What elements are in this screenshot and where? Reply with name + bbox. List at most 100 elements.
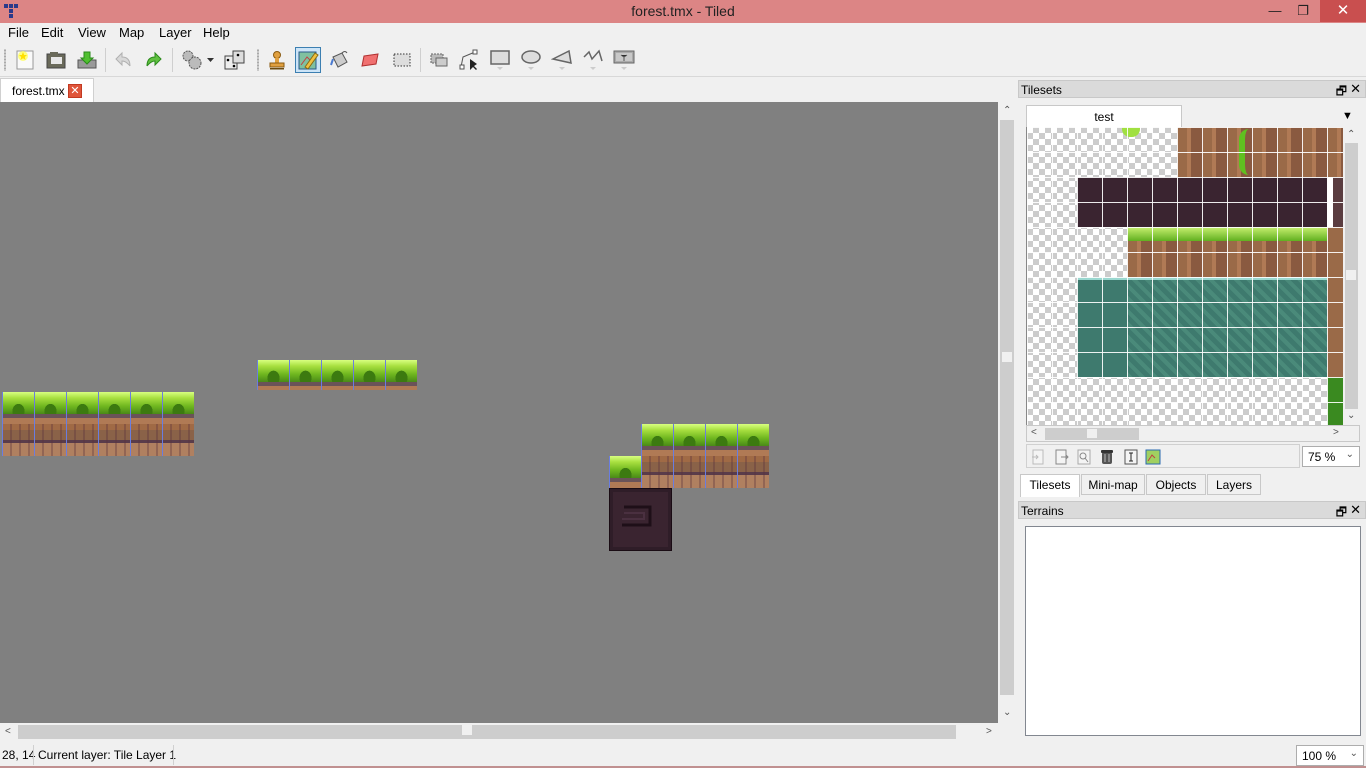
edit-polygons-button[interactable] [456, 47, 482, 73]
edit-tileset-image-button[interactable] [1145, 449, 1161, 465]
tileset-menu-icon[interactable]: ▼ [1342, 110, 1353, 122]
menu-file[interactable]: File [8, 25, 29, 40]
scroll-left-icon[interactable]: < [5, 726, 11, 737]
select-objects-icon [430, 53, 448, 67]
toolbar-separator [172, 48, 173, 72]
ellipse-icon [521, 50, 541, 70]
dirt-tile [641, 456, 673, 488]
select-objects-button[interactable] [426, 47, 452, 73]
menu-edit[interactable]: Edit [41, 25, 63, 40]
float-panel-icon[interactable]: 🗗 [1336, 82, 1347, 103]
tileset-view[interactable] [1026, 127, 1343, 425]
random-mode-button[interactable] [221, 47, 247, 73]
scroll-down-icon[interactable]: ⌄ [1347, 410, 1355, 421]
menu-layer[interactable]: Layer [159, 25, 192, 40]
close-panel-icon[interactable]: ✕ [1350, 81, 1361, 97]
scroll-up-icon[interactable]: ⌃ [1347, 129, 1355, 140]
menu-view[interactable]: View [78, 25, 106, 40]
tileset-horizontal-scrollbar[interactable]: < > [1026, 425, 1360, 442]
close-panel-icon[interactable]: ✕ [1350, 502, 1361, 518]
delete-tileset-button[interactable] [1099, 449, 1115, 465]
maximize-button[interactable]: ❐ [1288, 0, 1318, 22]
dock-tab-layers[interactable]: Layers [1207, 474, 1261, 495]
export-tileset-button[interactable] [1054, 449, 1070, 465]
stamp-brush-button[interactable] [264, 47, 290, 73]
document-tab-bar: forest.tmx ✕ [0, 78, 1016, 102]
import-tileset-button[interactable] [1030, 449, 1046, 465]
bucket-fill-button[interactable] [326, 47, 352, 73]
commands-button[interactable] [179, 47, 217, 73]
scroll-right-icon[interactable]: > [1333, 427, 1339, 438]
terrains-list[interactable] [1025, 526, 1361, 736]
redo-button[interactable] [140, 47, 166, 73]
terrains-panel-title: Terrains [1021, 504, 1064, 518]
save-button[interactable] [74, 47, 100, 73]
document-tab-label: forest.tmx [12, 84, 65, 98]
tileset-water-pattern [1127, 277, 1327, 377]
polygon-icon [551, 49, 572, 70]
menu-help[interactable]: Help [203, 25, 230, 40]
dirt-tile [737, 456, 769, 488]
edit-terrain-button[interactable] [1123, 449, 1139, 465]
open-button[interactable] [43, 47, 69, 73]
rectangular-select-button[interactable] [389, 47, 415, 73]
scroll-right-icon[interactable]: > [986, 726, 992, 737]
dock-tab-minimap[interactable]: Mini-map [1081, 474, 1145, 495]
scroll-down-icon[interactable]: ⌄ [1003, 707, 1011, 718]
new-map-button[interactable] [12, 47, 38, 73]
scroll-thumb[interactable] [1087, 429, 1097, 438]
tileset-properties-icon [1077, 449, 1091, 465]
edit-tileset-image-icon [1145, 449, 1161, 465]
tileset-vertical-scrollbar[interactable]: ⌃ ⌄ [1343, 127, 1360, 425]
grass-tile [673, 424, 705, 456]
map-canvas[interactable] [0, 102, 998, 723]
scroll-thumb[interactable] [462, 725, 472, 735]
grass-tile [34, 392, 66, 424]
eraser-button[interactable] [357, 47, 383, 73]
status-bar: 28, 14 Current layer: Tile Layer 1 100 %… [0, 743, 1366, 768]
dirt-tile [98, 424, 130, 456]
close-button[interactable]: ✕ [1320, 0, 1366, 22]
grass-tile [353, 360, 385, 390]
scroll-thumb[interactable] [1346, 270, 1356, 280]
insert-tile-button[interactable] [611, 47, 637, 73]
tileset-tab-test[interactable]: test [1026, 105, 1182, 127]
scroll-up-icon[interactable]: ⌃ [1003, 105, 1011, 116]
scroll-left-icon[interactable]: < [1031, 427, 1037, 438]
close-tab-icon[interactable]: ✕ [68, 84, 82, 98]
float-panel-icon[interactable]: 🗗 [1336, 503, 1347, 524]
undo-button[interactable] [111, 47, 137, 73]
scroll-track[interactable] [18, 725, 956, 739]
map-vertical-scrollbar[interactable]: ⌃ ⌄ [998, 102, 1016, 723]
grass-tile [641, 424, 673, 456]
toolbar-grip[interactable] [4, 49, 6, 71]
tileset-zoom-select[interactable]: 75 % ⌄ [1302, 446, 1360, 467]
scroll-track[interactable] [1000, 120, 1014, 695]
dirt-tile [2, 424, 34, 456]
dock-tab-objects[interactable]: Objects [1146, 474, 1206, 495]
menu-bar: File Edit View Map Layer Help [0, 23, 1366, 43]
scroll-thumb[interactable] [1002, 352, 1012, 362]
document-tab-forest[interactable]: forest.tmx ✕ [0, 78, 94, 102]
tileset-vine [1239, 129, 1259, 175]
insert-ellipse-button[interactable] [518, 47, 544, 73]
insert-polyline-button[interactable] [580, 47, 606, 73]
dice-icon [224, 50, 245, 70]
dirt-tile [705, 456, 737, 488]
minimize-button[interactable]: — [1260, 0, 1290, 22]
gears-icon [182, 50, 214, 70]
map-horizontal-scrollbar[interactable]: < > [0, 723, 998, 741]
grass-tile [385, 360, 417, 390]
toolbar-grip[interactable] [257, 49, 259, 71]
dock-tab-tilesets[interactable]: Tilesets [1020, 474, 1080, 497]
terrains-panel-header: Terrains 🗗 ✕ [1018, 501, 1366, 519]
grass-tile [321, 360, 353, 390]
menu-map[interactable]: Map [119, 25, 144, 40]
map-zoom-select[interactable]: 100 % ⌄ [1296, 745, 1364, 766]
insert-polygon-button[interactable] [549, 47, 575, 73]
import-tileset-icon [1032, 449, 1044, 465]
terrain-brush-button[interactable] [295, 47, 321, 73]
insert-rectangle-button[interactable] [487, 47, 513, 73]
tileset-properties-button[interactable] [1076, 449, 1092, 465]
dirt-tile [673, 456, 705, 488]
